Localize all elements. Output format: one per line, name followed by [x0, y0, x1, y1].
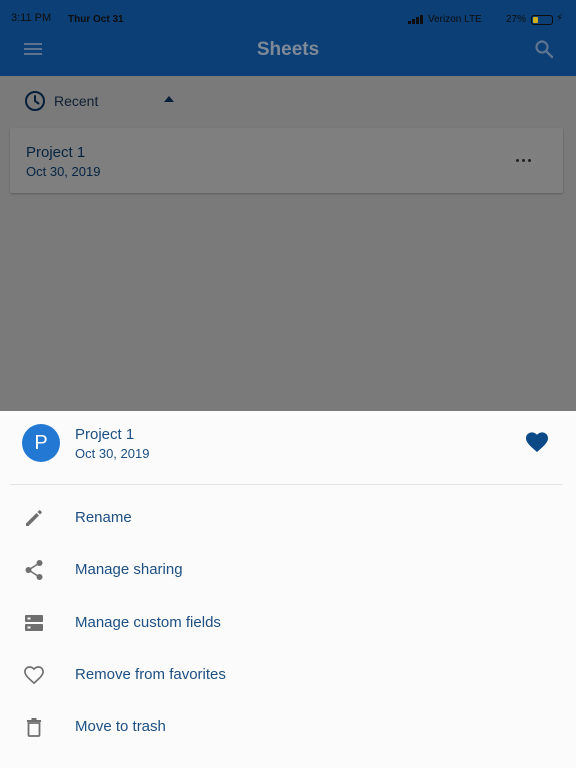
battery-icon	[531, 15, 553, 25]
app-bar: Sheets	[0, 40, 576, 76]
rename-label: Rename	[75, 509, 132, 526]
remove-from-favorites-action[interactable]: Remove from favorites	[0, 649, 576, 701]
signal-icon	[408, 15, 424, 24]
modal-scrim[interactable]	[0, 76, 576, 411]
status-battery-percent: 27%	[506, 14, 527, 25]
bottom-sheet-title: Project 1	[75, 426, 135, 443]
heart-filled-icon[interactable]	[525, 431, 551, 455]
manage-custom-fields-label: Manage custom fields	[75, 614, 221, 631]
remove-from-favorites-label: Remove from favorites	[75, 666, 226, 683]
status-bar: 3:11 PM Thur Oct 31 Verizon LTE 27% ⚡	[0, 0, 576, 40]
share-icon	[22, 558, 46, 582]
trash-icon	[22, 715, 46, 739]
status-time: 3:11 PM	[11, 12, 52, 24]
manage-sharing-action[interactable]: Manage sharing	[0, 544, 576, 596]
move-to-trash-action[interactable]: Move to trash	[0, 701, 576, 753]
manage-custom-fields-action[interactable]: Manage custom fields	[0, 597, 576, 649]
search-icon[interactable]	[530, 35, 558, 63]
bottom-sheet-header: P Project 1 Oct 30, 2019	[0, 411, 576, 483]
manage-sharing-label: Manage sharing	[75, 561, 183, 578]
pencil-icon	[22, 506, 46, 530]
rename-action[interactable]: Rename	[0, 492, 576, 544]
sheet-actions-bottom-sheet: P Project 1 Oct 30, 2019 Rename Manage s…	[0, 411, 576, 768]
divider	[10, 484, 562, 485]
avatar: P	[22, 424, 60, 462]
custom-fields-icon	[22, 611, 46, 635]
bottom-sheet-date: Oct 30, 2019	[75, 446, 150, 461]
heart-outline-icon	[22, 663, 46, 687]
status-carrier: Verizon LTE	[428, 14, 482, 25]
status-date: Thur Oct 31	[68, 14, 124, 25]
page-title: Sheets	[256, 39, 320, 60]
charging-icon: ⚡	[556, 13, 564, 24]
move-to-trash-label: Move to trash	[75, 718, 166, 735]
